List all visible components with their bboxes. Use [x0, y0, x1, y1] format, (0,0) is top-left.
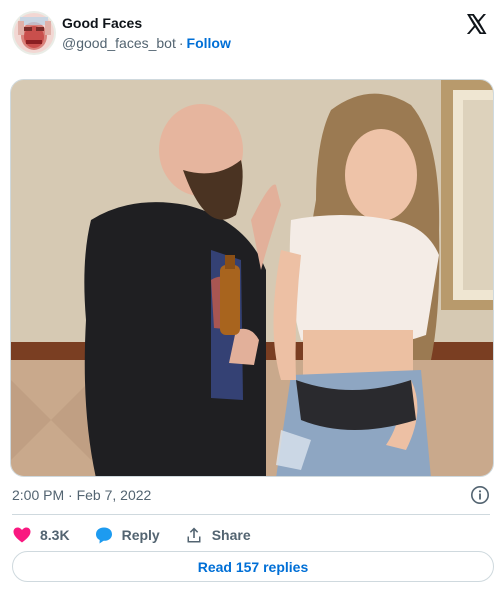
speech-bubble-icon	[95, 527, 112, 544]
share-upload-icon	[187, 527, 201, 543]
share-button[interactable]: Share	[184, 525, 251, 545]
divider	[12, 514, 490, 515]
x-logo-icon[interactable]	[464, 12, 488, 36]
avatar-image	[12, 11, 56, 55]
like-count: 8.3K	[40, 527, 70, 543]
share-label: Share	[211, 527, 251, 543]
author-handle-row: @good_faces_bot · Follow	[62, 34, 231, 52]
avatar[interactable]	[12, 11, 56, 55]
info-icon[interactable]	[470, 485, 490, 505]
tweet-card: Good Faces @good_faces_bot · Follow 2:00…	[0, 0, 502, 591]
tweet-photo	[11, 80, 493, 476]
reply-label: Reply	[121, 527, 160, 543]
separator-dot: ·	[178, 35, 184, 51]
tweet-media[interactable]	[10, 79, 494, 477]
read-replies-button[interactable]: Read 157 replies	[12, 551, 494, 582]
like-button[interactable]: 8.3K	[12, 525, 70, 545]
author-display-name[interactable]: Good Faces	[62, 14, 231, 32]
heart-icon	[13, 527, 31, 543]
follow-button[interactable]: Follow	[187, 35, 231, 51]
author-block: Good Faces @good_faces_bot · Follow	[62, 14, 231, 52]
reply-button[interactable]: Reply	[94, 525, 160, 545]
author-handle[interactable]: @good_faces_bot	[62, 35, 176, 51]
action-bar: 8.3K Reply Share	[12, 524, 275, 546]
tweet-timestamp[interactable]: 2:00 PM · Feb 7, 2022	[12, 486, 151, 504]
